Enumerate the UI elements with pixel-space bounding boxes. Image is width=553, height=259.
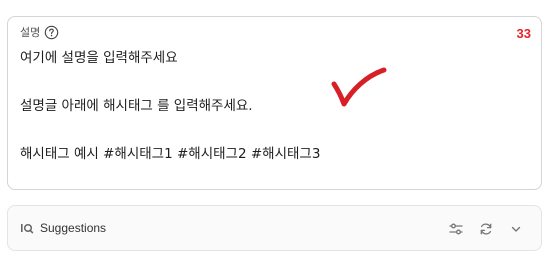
refresh-icon — [480, 223, 492, 235]
description-label: 설명 — [20, 26, 41, 39]
description-line: 설명글 아래에 해시태그 를 입력해주세요. — [20, 98, 253, 114]
suggestions-bar[interactable]: Suggestions — [7, 205, 542, 251]
refresh-button[interactable] — [477, 220, 495, 238]
description-line — [20, 70, 511, 94]
character-count: 33 — [516, 26, 531, 41]
description-line — [20, 118, 511, 142]
description-line: 해시태그 예시 #해시태그1 #해시태그2 #해시태그3 — [20, 146, 321, 162]
description-box[interactable]: 설명 33 여기에 설명을 입력해주세요 설명글 아래에 해시태그 를 입력해주… — [7, 16, 542, 190]
description-textarea[interactable]: 여기에 설명을 입력해주세요 설명글 아래에 해시태그 를 입력해주세요. 해시… — [20, 46, 511, 166]
description-header: 설명 — [20, 24, 59, 40]
suggestions-label: Suggestions — [40, 221, 107, 235]
red-checkmark-annotation — [331, 67, 387, 107]
description-line: 여기에 설명을 입력해주세요 — [20, 50, 178, 66]
help-icon[interactable] — [44, 25, 59, 40]
expand-button[interactable] — [507, 220, 525, 238]
iq-icon — [21, 223, 34, 234]
chevron-down-icon — [511, 226, 521, 232]
filter-button[interactable] — [447, 220, 465, 238]
sliders-icon — [449, 223, 463, 235]
